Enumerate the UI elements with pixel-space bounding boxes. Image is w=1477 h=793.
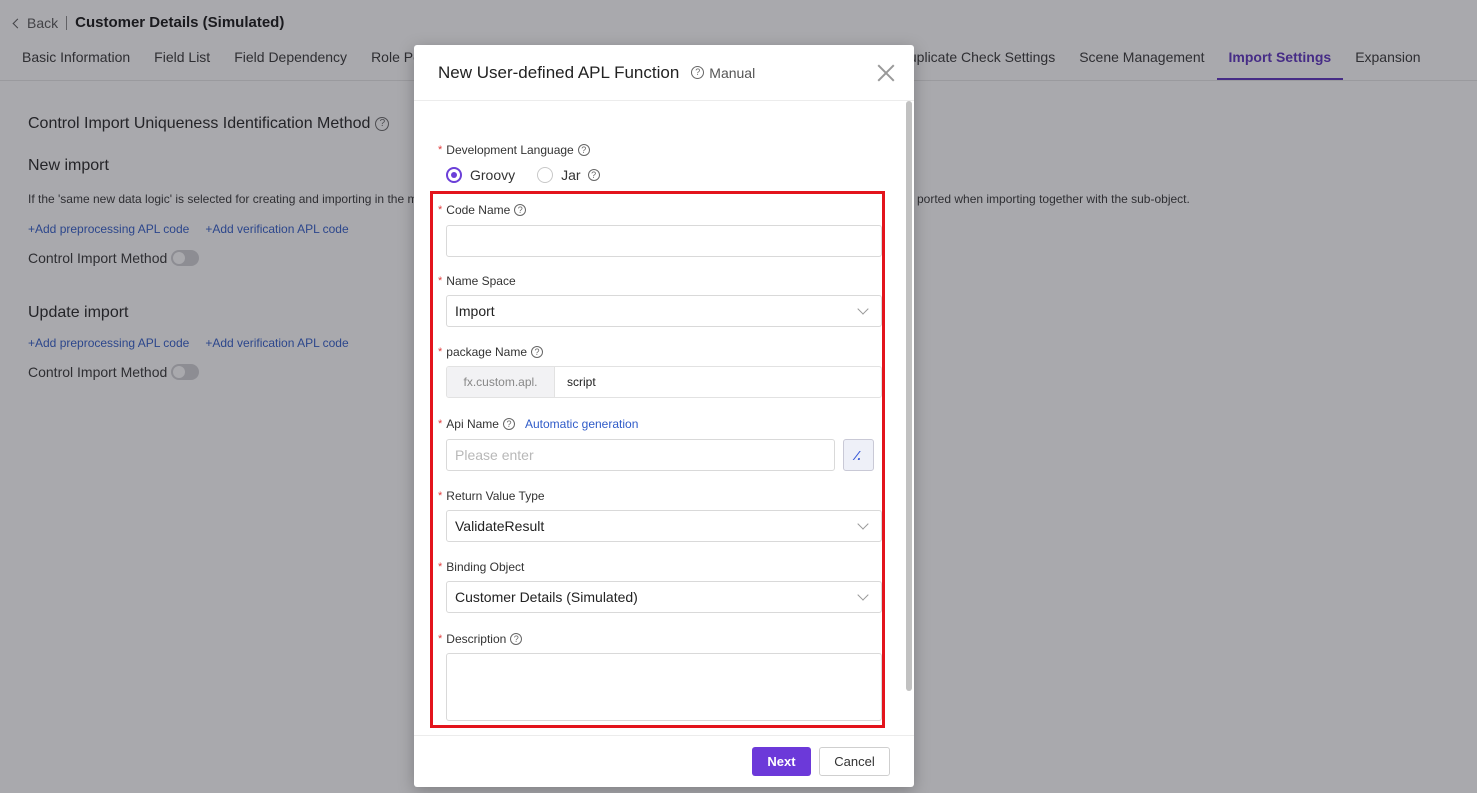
required-mark: * [438,490,443,502]
generate-api-name-button[interactable]: ⁄. [842,439,874,471]
binding-object-select[interactable]: Customer Details (Simulated) [446,581,882,613]
api-name-label-text: Api Name [446,417,499,431]
package-name-label: * package Name ? [438,344,874,360]
help-icon[interactable]: ? [577,144,590,156]
code-name-input[interactable] [446,225,882,257]
package-name-label-text: package Name [446,345,527,359]
chevron-down-icon [857,303,869,315]
binding-object-label-text: Binding Object [446,560,525,574]
help-icon[interactable]: ? [510,633,523,645]
package-name-input[interactable]: fx.custom.apl. script [446,366,882,398]
description-textarea[interactable] [446,653,882,721]
dev-language-radio-group: Groovy Jar ? [438,167,874,183]
required-mark: * [438,418,443,430]
required-mark: * [438,346,443,358]
manual-label: Manual [709,64,756,81]
help-icon[interactable]: ? [514,204,527,216]
return-type-label-text: Return Value Type [446,489,545,503]
dialog-scrollbar[interactable] [906,101,913,735]
description-label: * Description ? [438,631,874,647]
name-space-select[interactable]: Import [446,295,882,327]
radio-jar[interactable]: Jar ? [537,167,600,183]
close-icon[interactable] [876,63,896,83]
name-space-value: Import [455,303,495,319]
return-type-label: * Return Value Type [438,488,874,504]
required-mark: * [438,275,443,287]
required-mark: * [438,561,443,573]
automatic-generation-link[interactable]: Automatic generation [525,417,638,431]
help-icon: ? [691,66,705,79]
name-space-label-text: Name Space [446,274,516,288]
radio-unselected-icon [537,167,554,183]
dialog-body: * Development Language ? Groovy Jar ? * … [414,101,906,735]
binding-object-label: * Binding Object [438,559,874,575]
description-label-text: Description [446,632,507,646]
chevron-down-icon [857,589,869,601]
radio-selected-icon [446,167,462,183]
api-name-input[interactable]: Please enter [446,439,835,471]
help-icon[interactable]: ? [502,418,515,430]
cancel-button[interactable]: Cancel [819,747,890,776]
dev-language-label: * Development Language ? [438,142,874,158]
package-name-value[interactable]: script [555,367,881,397]
magic-wand-icon: ⁄. [855,447,862,463]
radio-groovy[interactable]: Groovy [446,167,515,183]
scrollbar-thumb[interactable] [906,101,912,691]
help-icon[interactable]: ? [587,169,600,181]
next-button[interactable]: Next [752,747,811,776]
code-name-label: * Code Name ? [438,202,874,218]
help-icon[interactable]: ? [531,346,543,358]
package-prefix: fx.custom.apl. [447,367,555,397]
required-mark: * [438,204,443,216]
dev-language-label-text: Development Language [446,143,574,157]
required-mark: * [438,633,443,645]
return-type-value: ValidateResult [455,518,545,534]
radio-groovy-label: Groovy [470,167,516,183]
required-mark: * [438,144,443,156]
manual-link[interactable]: ? Manual [687,65,755,81]
return-type-select[interactable]: ValidateResult [446,510,882,542]
dialog-title: New User-defined APL Function [438,62,680,82]
radio-jar-label: Jar [561,167,581,183]
chevron-down-icon [857,518,869,530]
name-space-label: * Name Space [438,273,874,289]
dialog-header: New User-defined APL Function ? Manual [414,45,914,101]
dialog-footer: Next Cancel [414,735,914,787]
new-apl-function-dialog: New User-defined APL Function ? Manual *… [414,45,914,787]
binding-object-value: Customer Details (Simulated) [455,589,638,605]
api-name-label: * Api Name ? Automatic generation [438,416,874,432]
code-name-label-text: Code Name [446,203,511,217]
